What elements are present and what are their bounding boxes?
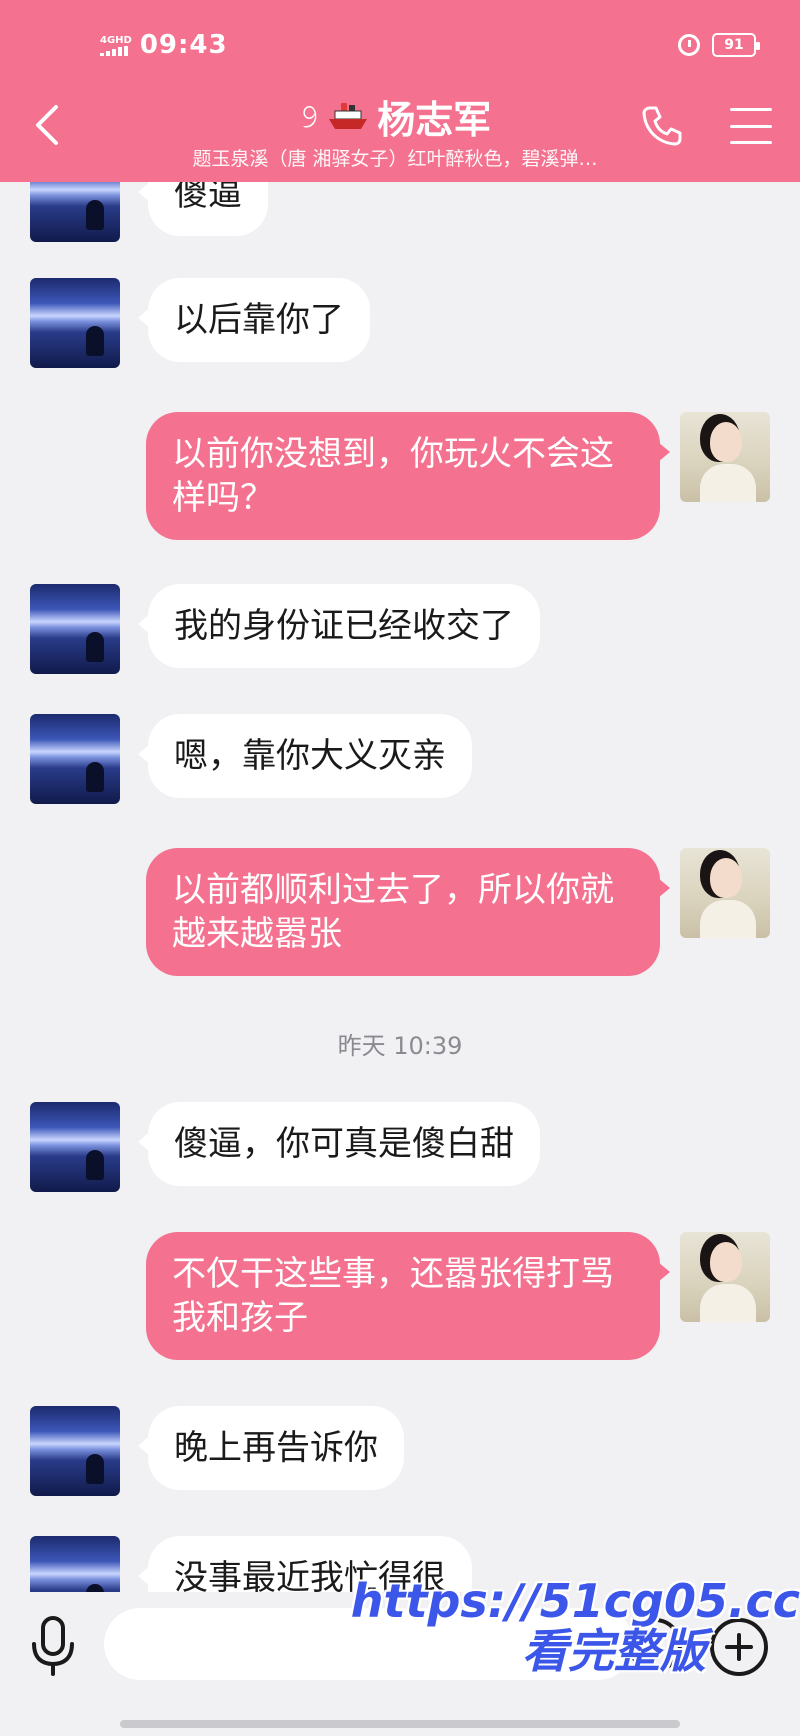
avatar[interactable] bbox=[30, 1406, 120, 1496]
avatar[interactable] bbox=[680, 412, 770, 502]
watermark-caption: 看完整版 bbox=[522, 1624, 706, 1678]
status-bar-left: 4GHD 09:43 bbox=[100, 28, 228, 62]
ear-icon: 𝟿 bbox=[298, 96, 320, 135]
contact-name: 杨志军 bbox=[377, 97, 492, 142]
message-row: 嗯，靠你大义灭亲 bbox=[0, 714, 800, 804]
microphone-icon bbox=[32, 1616, 74, 1676]
message-list[interactable]: 傻逼 以后靠你了 以前你没想到，你玩火不会这样吗？ 我的身份证已经收交了 嗯，靠… bbox=[0, 182, 800, 1592]
avatar[interactable] bbox=[30, 182, 120, 242]
home-indicator[interactable] bbox=[120, 1720, 680, 1728]
chevron-left-icon bbox=[36, 105, 58, 145]
phone-icon bbox=[642, 106, 682, 146]
call-button[interactable] bbox=[640, 104, 684, 148]
message-bubble[interactable]: 傻逼 bbox=[138, 182, 268, 236]
voice-button[interactable] bbox=[28, 1614, 78, 1678]
avatar[interactable] bbox=[30, 584, 120, 674]
message-bubble[interactable]: 我的身份证已经收交了 bbox=[138, 584, 540, 668]
alarm-icon bbox=[678, 34, 700, 56]
network-type: 4GHD bbox=[100, 34, 132, 46]
message-row: 以前都顺利过去了，所以你就越来越嚣张 bbox=[0, 848, 800, 976]
battery-level: 91 bbox=[724, 37, 744, 53]
ship-icon bbox=[329, 103, 368, 129]
message-bubble[interactable]: 以前你没想到，你玩火不会这样吗？ bbox=[146, 412, 670, 540]
battery-icon: 91 bbox=[712, 33, 760, 57]
message-row: 以前你没想到，你玩火不会这样吗？ bbox=[0, 412, 800, 540]
message-bubble[interactable]: 嗯，靠你大义灭亲 bbox=[138, 714, 472, 798]
back-button[interactable] bbox=[28, 100, 64, 150]
message-bubble[interactable]: 晚上再告诉你 bbox=[138, 1406, 404, 1490]
avatar[interactable] bbox=[680, 848, 770, 938]
message-row: 傻逼 bbox=[0, 182, 800, 242]
watermark: https://51cg05.cc 看完整版 bbox=[320, 1578, 800, 1674]
message-bubble[interactable]: 以前都顺利过去了，所以你就越来越嚣张 bbox=[146, 848, 670, 976]
signal-icon: 4GHD bbox=[100, 35, 132, 56]
avatar[interactable] bbox=[680, 1232, 770, 1322]
contact-title-area[interactable]: 𝟿 杨志军 题玉泉溪（唐 湘驿女子）红叶醉秋色，碧溪弹… bbox=[150, 92, 640, 171]
chat-header: 4GHD 09:43 91 𝟿 杨志军 题玉泉溪（唐 湘驿女子）红叶醉秋色，碧溪… bbox=[0, 0, 800, 182]
message-bubble[interactable]: 以后靠你了 bbox=[138, 278, 370, 362]
message-row: 不仅干这些事，还嚣张得打骂我和孩子 bbox=[0, 1232, 800, 1360]
avatar[interactable] bbox=[30, 1536, 120, 1592]
clock: 09:43 bbox=[139, 30, 228, 60]
time-divider: 昨天 10:39 bbox=[337, 1032, 463, 1060]
message-row: 我的身份证已经收交了 bbox=[0, 584, 800, 674]
avatar[interactable] bbox=[30, 1102, 120, 1192]
avatar[interactable] bbox=[30, 714, 120, 804]
contact-signature: 题玉泉溪（唐 湘驿女子）红叶醉秋色，碧溪弹… bbox=[192, 148, 598, 170]
watermark-url: https://51cg05.cc bbox=[350, 1574, 800, 1628]
message-row: 晚上再告诉你 bbox=[0, 1406, 800, 1496]
menu-icon bbox=[730, 108, 772, 111]
message-row: 以后靠你了 bbox=[0, 278, 800, 368]
message-bubble[interactable]: 傻逼，你可真是傻白甜 bbox=[138, 1102, 540, 1186]
message-row: 傻逼，你可真是傻白甜 bbox=[0, 1102, 800, 1192]
status-bar-right: 91 bbox=[678, 30, 760, 60]
menu-button[interactable] bbox=[730, 108, 772, 144]
message-bubble[interactable]: 不仅干这些事，还嚣张得打骂我和孩子 bbox=[146, 1232, 670, 1360]
avatar[interactable] bbox=[30, 278, 120, 368]
